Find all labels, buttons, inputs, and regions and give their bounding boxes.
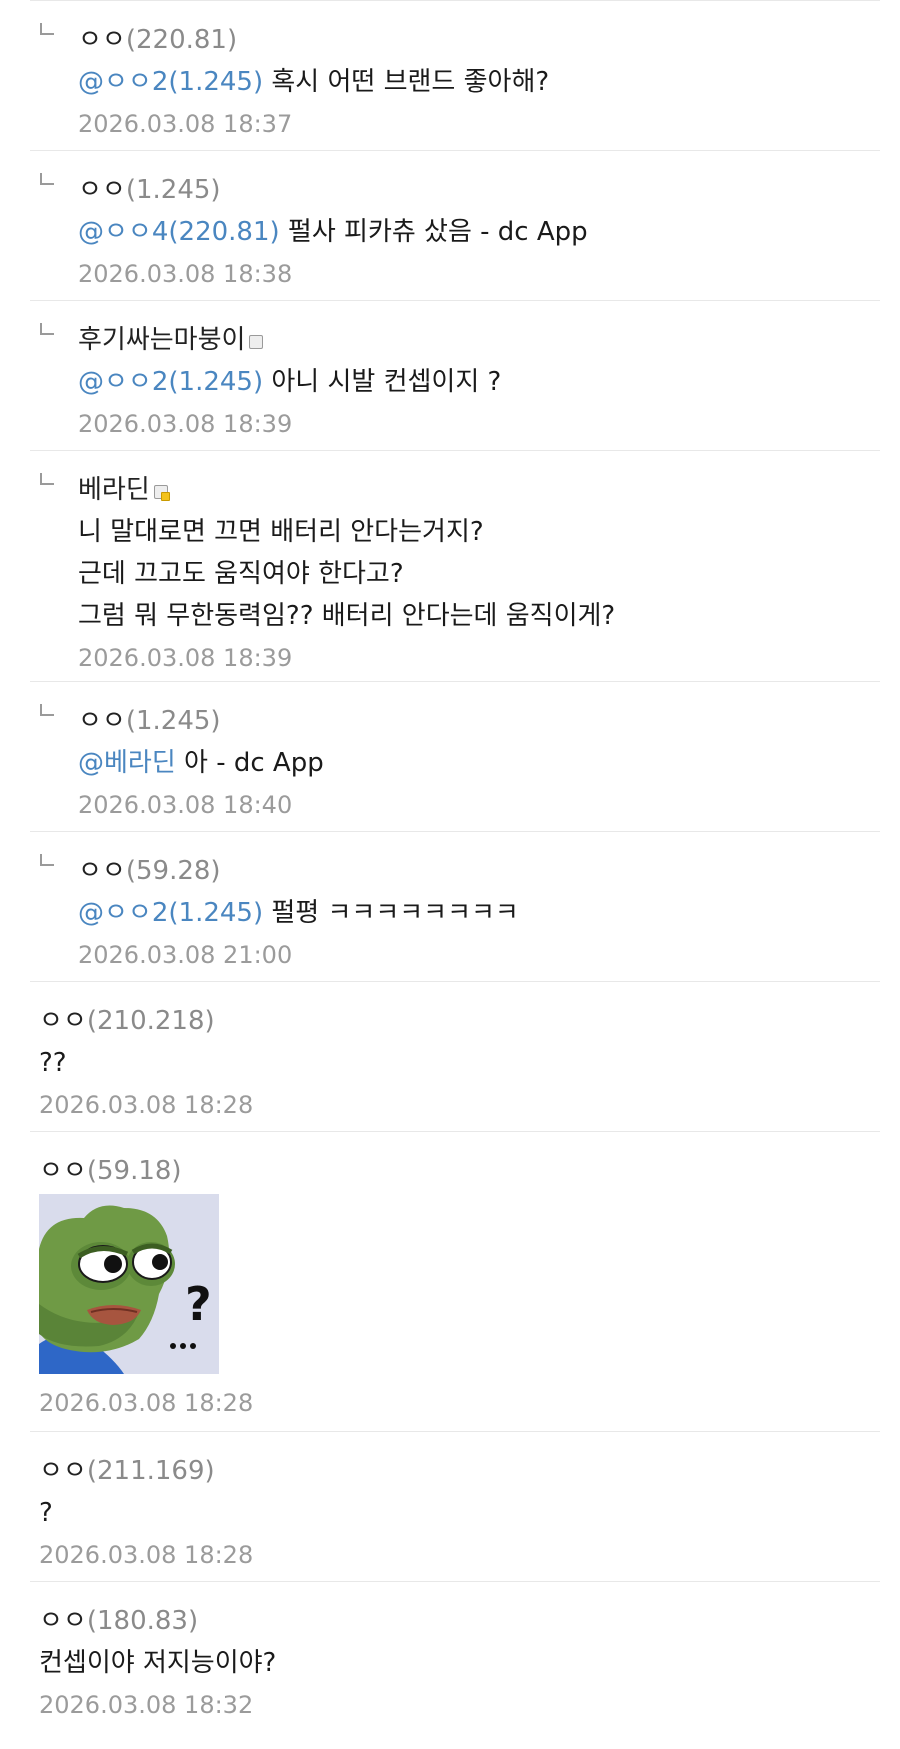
comment-date: 2026.03.08 18:28 bbox=[39, 1389, 254, 1417]
comment-date: 2026.03.08 18:37 bbox=[78, 110, 293, 138]
reply-arrow-icon bbox=[40, 473, 54, 485]
author-nickname[interactable]: ㅇㅇ bbox=[78, 706, 126, 736]
comment-text: 혹시 어떤 브랜드 좋아해? bbox=[263, 67, 550, 97]
mention-link[interactable]: @베라딘 bbox=[78, 748, 176, 778]
author-ip: (180.83) bbox=[86, 1606, 199, 1636]
author-nickname[interactable]: ㅇㅇ bbox=[39, 1006, 87, 1036]
author-nickname[interactable]: ㅇㅇ bbox=[39, 1156, 87, 1186]
author-ip: (220.81) bbox=[125, 25, 238, 55]
author-nickname[interactable]: 베라딘 bbox=[78, 475, 150, 505]
comment-text: 펄사 피카츄 샀음 - dc App bbox=[279, 217, 588, 247]
comment-author[interactable]: ㅇㅇ(220.81) bbox=[78, 23, 880, 57]
reply-arrow-icon bbox=[40, 323, 54, 335]
mention-link[interactable]: @ㅇㅇ4(220.81) bbox=[78, 217, 280, 247]
author-ip: (1.245) bbox=[125, 175, 221, 205]
mention-link[interactable]: @ㅇㅇ2(1.245) bbox=[78, 898, 263, 928]
comment: ㅇㅇ(180.83) 컨셉이야 저지능이야? 2026.03.08 18:32 bbox=[30, 1581, 880, 1731]
mention-link[interactable]: @ㅇㅇ2(1.245) bbox=[78, 367, 263, 397]
author-nickname[interactable]: ㅇㅇ bbox=[78, 175, 126, 205]
comment-date: 2026.03.08 18:39 bbox=[78, 410, 293, 438]
comment-date: 2026.03.08 18:28 bbox=[39, 1541, 254, 1569]
comment-text: ?? bbox=[39, 1048, 67, 1078]
reply-arrow-icon bbox=[40, 173, 54, 185]
mention-link[interactable]: @ㅇㅇ2(1.245) bbox=[78, 67, 263, 97]
author-ip: (59.18) bbox=[86, 1156, 182, 1186]
reply-comment: 후기싸는마붕이 @ㅇㅇ2(1.245) 아니 시발 컨셉이지 ? 2026.03… bbox=[30, 300, 880, 450]
comment-date: 2026.03.08 21:00 bbox=[78, 941, 293, 969]
comment-body: @ㅇㅇ2(1.245) 펄평 ㅋㅋㅋㅋㅋㅋㅋㅋ bbox=[78, 894, 880, 932]
author-nickname[interactable]: ㅇㅇ bbox=[39, 1606, 87, 1636]
author-ip: (211.169) bbox=[86, 1456, 215, 1486]
reply-comment: 베라딘 니 말대로면 끄면 배터리 안다는거지? 근데 끄고도 움직여야 한다고… bbox=[30, 450, 880, 681]
reply-comment: ㅇㅇ(1.245) @ㅇㅇ4(220.81) 펄사 피카츄 샀음 - dc Ap… bbox=[30, 150, 880, 300]
comment-body: @ㅇㅇ2(1.245) 혹시 어떤 브랜드 좋아해? bbox=[78, 63, 880, 101]
reply-comment: ㅇㅇ(1.245) @베라딘 아 - dc App 2026.03.08 18:… bbox=[30, 681, 880, 831]
comment-author[interactable]: ㅇㅇ(59.28) bbox=[78, 854, 880, 888]
author-nickname[interactable]: ㅇㅇ bbox=[78, 25, 126, 55]
author-nickname[interactable]: ㅇㅇ bbox=[39, 1456, 87, 1486]
comment-text: 아니 시발 컨셉이지 ? bbox=[263, 367, 502, 397]
comment-text-line: 니 말대로면 끄면 배터리 안다는거지? bbox=[78, 517, 484, 547]
comment-date: 2026.03.08 18:28 bbox=[39, 1091, 254, 1119]
pepe-question-dccon[interactable]: ? bbox=[39, 1194, 219, 1374]
comment-author[interactable]: 후기싸는마붕이 bbox=[78, 323, 880, 357]
author-ip: (59.28) bbox=[125, 856, 221, 886]
author-ip: (1.245) bbox=[125, 706, 221, 736]
comment: ㅇㅇ(59.18) ? 2026.03.08 18:28 bbox=[30, 1131, 880, 1431]
reply-comment: ㅇㅇ(220.81) @ㅇㅇ2(1.245) 혹시 어떤 브랜드 좋아해? 20… bbox=[30, 0, 880, 150]
comment: ㅇㅇ(211.169) ? 2026.03.08 18:28 bbox=[30, 1431, 880, 1581]
comment-body: @베라딘 아 - dc App bbox=[78, 744, 880, 782]
comment-body: @ㅇㅇ2(1.245) 아니 시발 컨셉이지 ? bbox=[78, 363, 880, 401]
comment-date: 2026.03.08 18:32 bbox=[39, 1691, 254, 1719]
comment-text-line: 근데 끄고도 움직여야 한다고? bbox=[78, 559, 404, 589]
svg-text:?: ? bbox=[185, 1277, 212, 1331]
comment-text: ? bbox=[39, 1498, 53, 1528]
fixed-gallog-icon[interactable] bbox=[153, 485, 170, 501]
comment-author[interactable]: ㅇㅇ(59.18) bbox=[39, 1154, 880, 1188]
author-nickname[interactable]: ㅇㅇ bbox=[78, 856, 126, 886]
comment-author[interactable]: ㅇㅇ(1.245) bbox=[78, 173, 880, 207]
comment-date: 2026.03.08 18:38 bbox=[78, 260, 293, 288]
comment-author[interactable]: ㅇㅇ(210.218) bbox=[39, 1004, 880, 1038]
comment-list: ㅇㅇ(220.81) @ㅇㅇ2(1.245) 혹시 어떤 브랜드 좋아해? 20… bbox=[0, 0, 900, 1731]
comment-author[interactable]: ㅇㅇ(180.83) bbox=[39, 1604, 880, 1638]
comment-date: 2026.03.08 18:40 bbox=[78, 791, 293, 819]
comment-author[interactable]: ㅇㅇ(211.169) bbox=[39, 1454, 880, 1488]
comment-text: 컨셉이야 저지능이야? bbox=[39, 1648, 277, 1678]
comment: ㅇㅇ(210.218) ?? 2026.03.08 18:28 bbox=[30, 981, 880, 1131]
author-nickname[interactable]: 후기싸는마붕이 bbox=[78, 325, 245, 355]
reply-arrow-icon bbox=[40, 23, 54, 35]
gallog-icon[interactable] bbox=[249, 335, 264, 349]
comment-body: @ㅇㅇ4(220.81) 펄사 피카츄 샀음 - dc App bbox=[78, 213, 880, 251]
comment-text: 아 - dc App bbox=[175, 748, 324, 778]
comment-text: 펄평 ㅋㅋㅋㅋㅋㅋㅋㅋ bbox=[263, 898, 519, 928]
reply-comment: ㅇㅇ(59.28) @ㅇㅇ2(1.245) 펄평 ㅋㅋㅋㅋㅋㅋㅋㅋ 2026.0… bbox=[30, 831, 880, 981]
reply-arrow-icon bbox=[40, 854, 54, 866]
reply-arrow-icon bbox=[40, 704, 54, 716]
author-ip: (210.218) bbox=[86, 1006, 215, 1036]
comment-text-line: 그럼 뭐 무한동력임?? 배터리 안다는데 움직이게? bbox=[78, 601, 616, 631]
comment-author[interactable]: 베라딘 bbox=[78, 473, 880, 507]
comment-date: 2026.03.08 18:39 bbox=[78, 644, 293, 672]
comment-author[interactable]: ㅇㅇ(1.245) bbox=[78, 704, 880, 738]
